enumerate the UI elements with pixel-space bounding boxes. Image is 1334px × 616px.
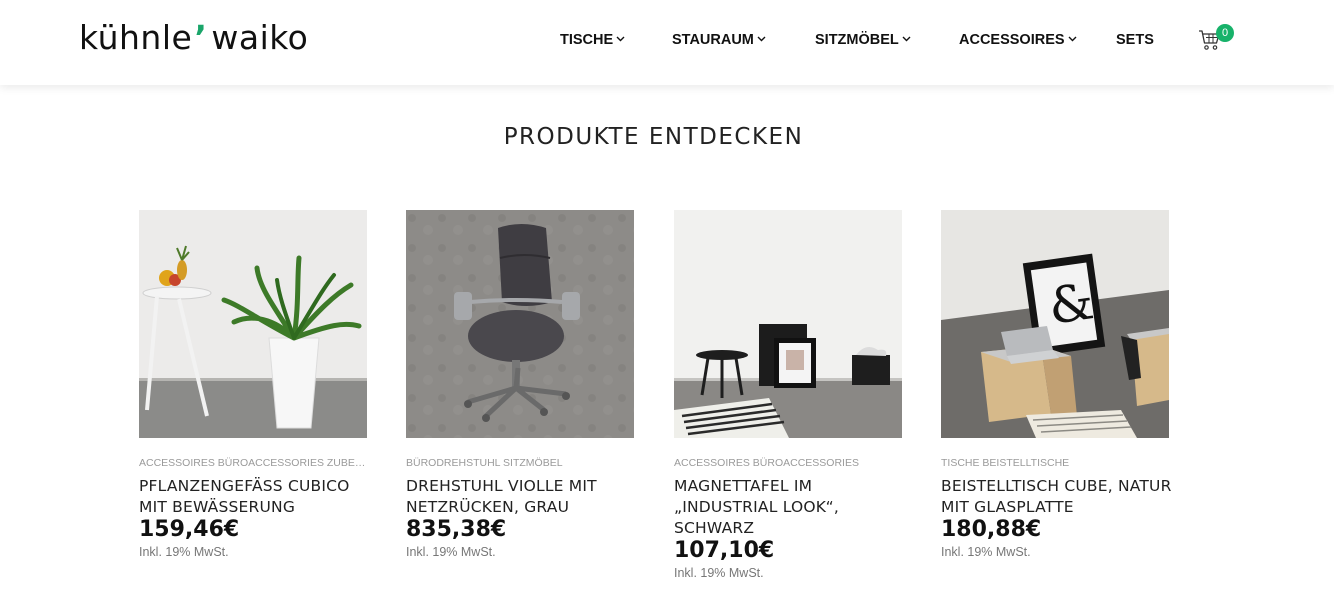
- logo[interactable]: kühnle’ waiko: [79, 18, 308, 58]
- nav-label: TISCHE: [560, 32, 614, 48]
- logo-left-text: kühnle: [79, 18, 193, 57]
- nav-item-sets[interactable]: SETS: [1116, 30, 1154, 50]
- product-price: 159,46€: [139, 517, 240, 542]
- product-image[interactable]: &: [941, 210, 1169, 438]
- nav-item-tische[interactable]: TISCHE: [560, 30, 625, 50]
- product-tax-note: Inkl. 19% MwSt.: [941, 545, 1031, 559]
- nav-label: SITZMÖBEL: [815, 32, 899, 48]
- chevron-down-icon: [902, 34, 911, 43]
- nav-item-accessoires[interactable]: ACCESSOIRES: [959, 30, 1077, 50]
- product-categories: TISCHE BEISTELLTISCHE: [941, 457, 1070, 469]
- nav-item-stauraum[interactable]: STAURAUM: [672, 30, 766, 50]
- product-categories: ACCESSOIRES BÜROACCESSORIES: [674, 457, 859, 469]
- product-price: 180,88€: [941, 517, 1042, 542]
- nav-item-sitzmoebel[interactable]: SITZMÖBEL: [815, 30, 911, 50]
- product-categories: BÜRODREHSTUHL SITZMÖBEL: [406, 457, 563, 469]
- section-title: PRODUKTE ENTDECKEN: [503, 124, 804, 150]
- product-card: ACCESSOIRES BÜROACCESSORIES MAGNETTAFEL …: [674, 210, 902, 582]
- product-name[interactable]: DREHSTUHL VIOLLE MIT NETZRÜCKEN, GRAU: [406, 476, 646, 518]
- product-name[interactable]: BEISTELLTISCH CUBE, NATUR MIT GLASPLATTE: [941, 476, 1181, 518]
- chevron-down-icon: [616, 34, 625, 43]
- logo-mark: ’: [194, 18, 208, 57]
- svg-text:&: &: [1045, 272, 1097, 336]
- product-tax-note: Inkl. 19% MwSt.: [139, 545, 229, 559]
- product-image[interactable]: [406, 210, 634, 438]
- product-card: BÜRODREHSTUHL SITZMÖBEL DREHSTUHL VIOLLE…: [406, 210, 634, 561]
- product-name[interactable]: PFLANZENGEFÄSS CUBICO MIT BEWÄSSERUNG: [139, 476, 379, 518]
- product-image[interactable]: [674, 210, 902, 438]
- nav-label: SETS: [1116, 32, 1154, 48]
- logo-right-text: waiko: [211, 18, 309, 57]
- product-price: 835,38€: [406, 517, 507, 542]
- product-price: 107,10€: [674, 538, 775, 563]
- chevron-down-icon: [757, 34, 766, 43]
- cart-button[interactable]: 0: [1198, 24, 1236, 54]
- product-card: & TISCHE BEISTELLTISCHE BEISTELLTISCH CU…: [941, 210, 1171, 561]
- product-image[interactable]: [139, 210, 367, 438]
- product-name[interactable]: MAGNETTAFEL IM „INDUSTRIAL LOOK“, SCHWAR…: [674, 476, 914, 539]
- cart-count-badge: 0: [1216, 24, 1234, 42]
- nav-label: STAURAUM: [672, 32, 754, 48]
- product-tax-note: Inkl. 19% MwSt.: [674, 566, 764, 580]
- site-header: kühnle’ waiko TISCHE STAURAUM SITZMÖBEL A…: [0, 0, 1334, 85]
- product-categories: ACCESSOIRES BÜROACCESSORIES ZUBEHÖR: [139, 457, 367, 469]
- product-tax-note: Inkl. 19% MwSt.: [406, 545, 496, 559]
- product-card: ACCESSOIRES BÜROACCESSORIES ZUBEHÖR PFLA…: [139, 210, 367, 561]
- chevron-down-icon: [1068, 34, 1077, 43]
- nav-label: ACCESSOIRES: [959, 32, 1065, 48]
